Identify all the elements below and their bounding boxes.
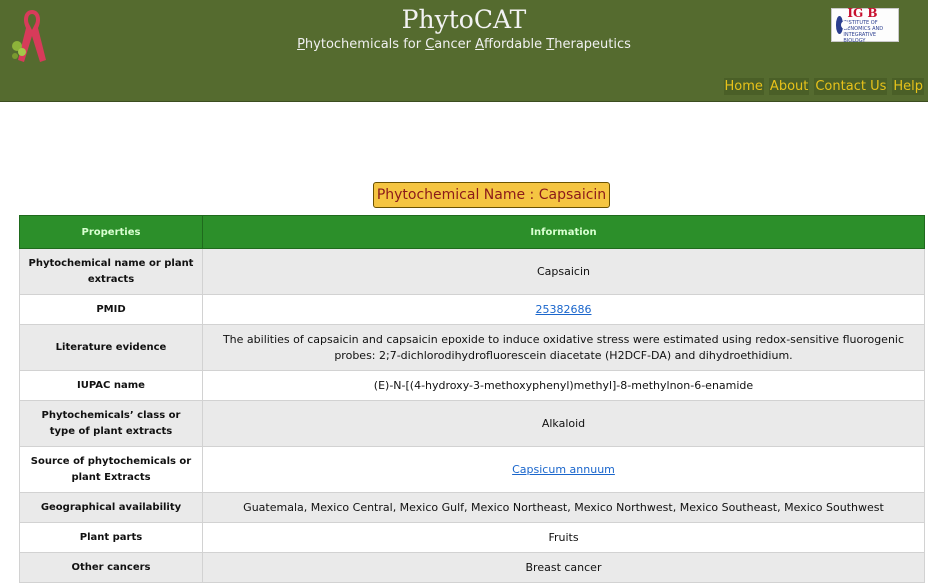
table-row: Geographical availability Guatemala, Mexi… xyxy=(19,492,925,523)
subtitle-part: A xyxy=(475,37,485,52)
phytochemical-name-label: Phytochemical Name : Capsaicin xyxy=(373,182,610,208)
table-row: Plant parts Fruits xyxy=(19,522,925,553)
property-value: (E)-N-[(4-hydroxy-3-methoxyphenyl)methyl… xyxy=(202,370,925,401)
nav-home[interactable]: Home xyxy=(723,78,764,95)
property-value: Fruits xyxy=(202,522,925,553)
subtitle-part: C xyxy=(425,37,435,52)
table-row: Phytochemicals’ class or type of plant e… xyxy=(19,400,925,447)
site-subtitle: Phytochemicals for Cancer Affordable The… xyxy=(0,37,928,52)
property-key: Source of phytochemicals or plant Extrac… xyxy=(19,446,203,493)
nav-about[interactable]: About xyxy=(768,78,810,95)
top-nav: Home About Contact Us Help xyxy=(723,78,924,95)
table-row: IUPAC name (E)-N-[(4-hydroxy-3-methoxyphe… xyxy=(19,370,925,401)
site-title: PhytoCAT xyxy=(401,5,527,34)
table-header-row: Properties Information xyxy=(19,215,925,249)
property-key: Phytochemicals’ class or type of plant e… xyxy=(19,400,203,447)
property-key: Plant parts xyxy=(19,522,203,553)
subtitle-part: herapeutics xyxy=(554,37,631,52)
gear-icon xyxy=(836,16,850,34)
property-key: Other cancers xyxy=(19,552,203,583)
property-value: The abilities of capsaicin and capsaicin… xyxy=(202,324,925,371)
property-value: Guatemala, Mexico Central, Mexico Gulf, … xyxy=(202,492,925,523)
logo-small-text: INSTITUTE OF GENOMICS AND INTEGRATIVE BI… xyxy=(843,19,884,44)
property-value: 25382686 xyxy=(202,294,925,325)
brand: PhytoCAT Phytochemicals for Cancer Affor… xyxy=(0,5,928,52)
subtitle-part: ancer xyxy=(434,37,476,52)
property-link[interactable]: Capsicum annuum xyxy=(512,463,615,476)
nav-help[interactable]: Help xyxy=(892,78,924,95)
property-key: Phytochemical name or plant extracts xyxy=(19,248,203,295)
table-row: PMID 25382686 xyxy=(19,294,925,325)
table-body: Phytochemical name or plant extracts Caps… xyxy=(19,248,925,583)
table-row: Source of phytochemicals or plant Extrac… xyxy=(19,446,925,493)
institute-logo[interactable]: IG B INSTITUTE OF GENOMICS AND INTEGRATI… xyxy=(831,5,899,44)
header-information: Information xyxy=(202,215,925,249)
property-key: IUPAC name xyxy=(19,370,203,401)
property-key: Geographical availability xyxy=(19,492,203,523)
property-value: Alkaloid xyxy=(202,400,925,447)
properties-table: Properties Information Phytochemical nam… xyxy=(19,215,925,583)
property-link[interactable]: 25382686 xyxy=(536,303,592,316)
subtitle-part: ffordable xyxy=(484,37,547,52)
property-value: Capsicum annuum xyxy=(202,446,925,493)
table-row: Literature evidence The abilities of caps… xyxy=(19,324,925,371)
header-properties: Properties xyxy=(19,215,203,249)
nav-contact-us[interactable]: Contact Us xyxy=(814,78,888,95)
site-header: PhytoCAT Phytochemicals for Cancer Affor… xyxy=(0,0,928,102)
table-row: Phytochemical name or plant extracts Caps… xyxy=(19,248,925,295)
property-key: PMID xyxy=(19,294,203,325)
subtitle-part: hytochemicals for xyxy=(304,37,426,52)
property-value: Capsaicin xyxy=(202,248,925,295)
logo-text: IG B xyxy=(847,5,878,20)
property-value: Breast cancer xyxy=(202,552,925,583)
table-row: Other cancers Breast cancer xyxy=(19,552,925,583)
property-key: Literature evidence xyxy=(19,324,203,371)
subtitle-part: P xyxy=(297,37,305,52)
logo-text-block: IG B INSTITUTE OF GENOMICS AND INTEGRATI… xyxy=(843,5,898,44)
